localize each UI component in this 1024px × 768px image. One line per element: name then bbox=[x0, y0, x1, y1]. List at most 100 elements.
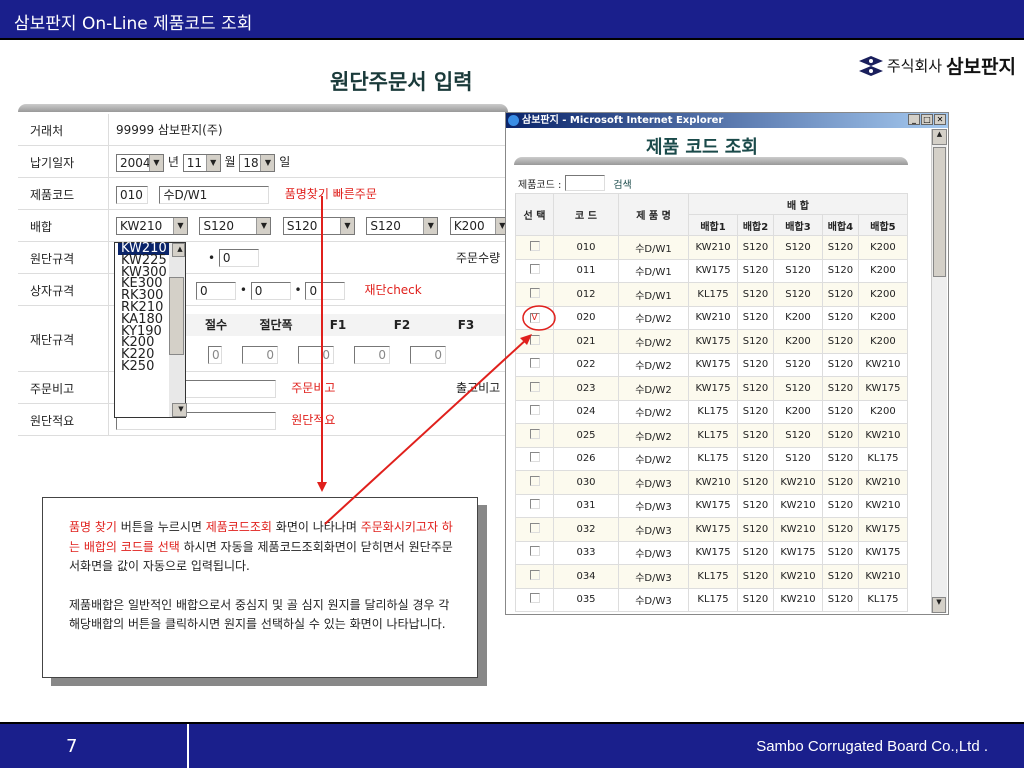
product-code-search-input[interactable] bbox=[565, 175, 606, 191]
select-checkbox[interactable] bbox=[529, 334, 540, 345]
mix-select-5[interactable]: K200 ▼ bbox=[449, 217, 510, 235]
code-cell[interactable]: 022 bbox=[553, 352, 619, 377]
field-label: 거래처 bbox=[30, 124, 64, 138]
mix-cell: K200 bbox=[772, 305, 824, 330]
month-select[interactable]: 11 ▼ bbox=[182, 153, 221, 172]
product-code-input[interactable]: 010 bbox=[116, 185, 148, 204]
col-mix-1: 배합1 bbox=[687, 214, 739, 236]
product-code-window: 삼보판지 - Microsoft Internet Explorer _ □ ✕ 제… bbox=[505, 112, 949, 615]
scroll-up-arrow-icon[interactable]: ▲ bbox=[172, 243, 185, 257]
field-label: 주문비고 bbox=[30, 382, 75, 396]
col-mix-3: 배합3 bbox=[772, 214, 824, 236]
code-cell[interactable]: 024 bbox=[553, 399, 619, 424]
mix-dropdown-list[interactable]: KW210 KW225 KW300 KE300 RK300 RK210 KA180 KY190… bbox=[114, 242, 187, 418]
find-product-link[interactable]: 품명찾기 bbox=[285, 187, 329, 201]
mix-cell: S120 bbox=[737, 587, 774, 612]
popup-scrollbar[interactable]: ▲ ▼ bbox=[931, 129, 947, 613]
scroll-up-arrow-icon[interactable]: ▲ bbox=[932, 129, 947, 145]
sambo-logo-icon bbox=[858, 55, 883, 76]
mix-select-2[interactable]: S120 ▼ bbox=[199, 217, 272, 235]
select-checkbox[interactable] bbox=[529, 546, 540, 557]
mix-cell: KW210 bbox=[687, 235, 739, 260]
day-select[interactable]: 18 ▼ bbox=[239, 153, 276, 172]
mix-select-3[interactable]: S120 ▼ bbox=[282, 217, 355, 235]
search-label: 제품코드 : bbox=[518, 179, 562, 191]
quick-order-link[interactable]: 빠른주문 bbox=[333, 187, 377, 201]
select-checkbox[interactable] bbox=[529, 522, 540, 533]
cut-value-input[interactable]: 0 bbox=[242, 346, 278, 364]
mix-cell: K200 bbox=[857, 258, 909, 283]
close-button[interactable]: ✕ bbox=[934, 114, 946, 125]
scroll-thumb[interactable] bbox=[933, 147, 946, 277]
chevron-down-icon: ▼ bbox=[260, 154, 275, 171]
select-checkbox[interactable] bbox=[529, 593, 540, 604]
fabric-note-link[interactable]: 원단적요 bbox=[291, 413, 335, 427]
select-checkbox[interactable] bbox=[529, 569, 540, 580]
mix-cell: KW175 bbox=[857, 540, 909, 565]
box-height-input[interactable]: 0 bbox=[305, 281, 346, 300]
chevron-down-icon: ▼ bbox=[256, 218, 271, 234]
mix-cell: S120 bbox=[737, 493, 774, 518]
code-cell[interactable]: 026 bbox=[553, 446, 619, 471]
select-checkbox[interactable] bbox=[529, 428, 540, 439]
popup-swoosh bbox=[514, 157, 908, 165]
select-checkbox[interactable] bbox=[529, 287, 540, 298]
cut-value-input[interactable]: 0 bbox=[410, 346, 446, 364]
dropdown-scroll-thumb[interactable] bbox=[169, 277, 184, 355]
cut-value-input[interactable]: 0 bbox=[354, 346, 390, 364]
footer-divider bbox=[187, 724, 189, 768]
select-checkbox[interactable] bbox=[529, 499, 540, 510]
mix-cell: KW175 bbox=[857, 517, 909, 542]
mix-cell: KW175 bbox=[687, 493, 739, 518]
code-cell[interactable]: 025 bbox=[553, 423, 619, 448]
mix-cell: S120 bbox=[822, 423, 859, 448]
code-cell[interactable]: 023 bbox=[553, 376, 619, 401]
code-cell[interactable]: 035 bbox=[553, 587, 619, 612]
mix-cell: K200 bbox=[772, 399, 824, 424]
select-checkbox[interactable] bbox=[529, 452, 540, 463]
cut-check-link[interactable]: 재단check bbox=[365, 283, 422, 297]
cut-value-input[interactable]: 0 bbox=[208, 346, 222, 364]
table-row: 031 수D/W3 KW175 S120 KW210 S120 KW210 bbox=[515, 493, 909, 518]
select-checkbox[interactable]: V bbox=[529, 313, 540, 324]
year-select[interactable]: 2004 ▼ bbox=[116, 153, 164, 172]
fabric-width-input[interactable]: 0 bbox=[218, 249, 259, 267]
code-cell[interactable]: 020 bbox=[553, 305, 619, 330]
mix-select-4[interactable]: S120 ▼ bbox=[366, 217, 439, 235]
code-cell[interactable]: 010 bbox=[553, 235, 619, 260]
mix-cell: S120 bbox=[822, 564, 859, 589]
col-mix: 배 합 bbox=[688, 193, 908, 215]
code-cell[interactable]: 034 bbox=[553, 564, 619, 589]
code-cell[interactable]: 012 bbox=[553, 282, 619, 307]
code-cell[interactable]: 011 bbox=[553, 258, 619, 283]
select-checkbox[interactable] bbox=[529, 475, 540, 486]
name-cell: 수D/W3 bbox=[618, 517, 689, 542]
select-checkbox[interactable] bbox=[529, 358, 540, 369]
instruction-callout: 품명 찾기 버튼을 누르시면 제품코드조회 화면이 나타나며 주문화시키고자 하… bbox=[42, 497, 478, 678]
code-cell[interactable]: 021 bbox=[553, 329, 619, 354]
month-unit: 월 bbox=[224, 155, 236, 169]
select-checkbox[interactable] bbox=[529, 264, 540, 275]
selected-value: 18 bbox=[243, 155, 259, 170]
scroll-down-arrow-icon[interactable]: ▼ bbox=[932, 597, 946, 613]
mix-cell: KW175 bbox=[687, 517, 739, 542]
cut-value-input[interactable]: 0 bbox=[298, 346, 334, 364]
order-note-link[interactable]: 주문비고 bbox=[291, 381, 335, 395]
code-cell[interactable]: 032 bbox=[553, 517, 619, 542]
code-cell[interactable]: 031 bbox=[553, 493, 619, 518]
select-checkbox[interactable] bbox=[529, 381, 540, 392]
select-checkbox[interactable] bbox=[529, 405, 540, 416]
minimize-button[interactable]: _ bbox=[908, 114, 920, 125]
code-cell[interactable]: 033 bbox=[553, 540, 619, 565]
box-width-input[interactable]: 0 bbox=[250, 281, 291, 300]
code-cell[interactable]: 030 bbox=[553, 470, 619, 495]
select-checkbox[interactable] bbox=[529, 240, 540, 251]
mix-select-1[interactable]: KW210 ▼ bbox=[116, 217, 188, 235]
search-button[interactable]: 검색 bbox=[613, 176, 631, 191]
dropdown-scrollbar[interactable]: ▲ ▼ bbox=[169, 243, 187, 417]
product-name-input[interactable]: 수D/W1 bbox=[159, 185, 270, 204]
box-length-input[interactable]: 0 bbox=[196, 281, 236, 300]
scroll-down-arrow-icon[interactable]: ▼ bbox=[172, 403, 187, 417]
maximize-button[interactable]: □ bbox=[921, 114, 933, 125]
logo-name: 삼보판지 bbox=[946, 56, 1016, 78]
